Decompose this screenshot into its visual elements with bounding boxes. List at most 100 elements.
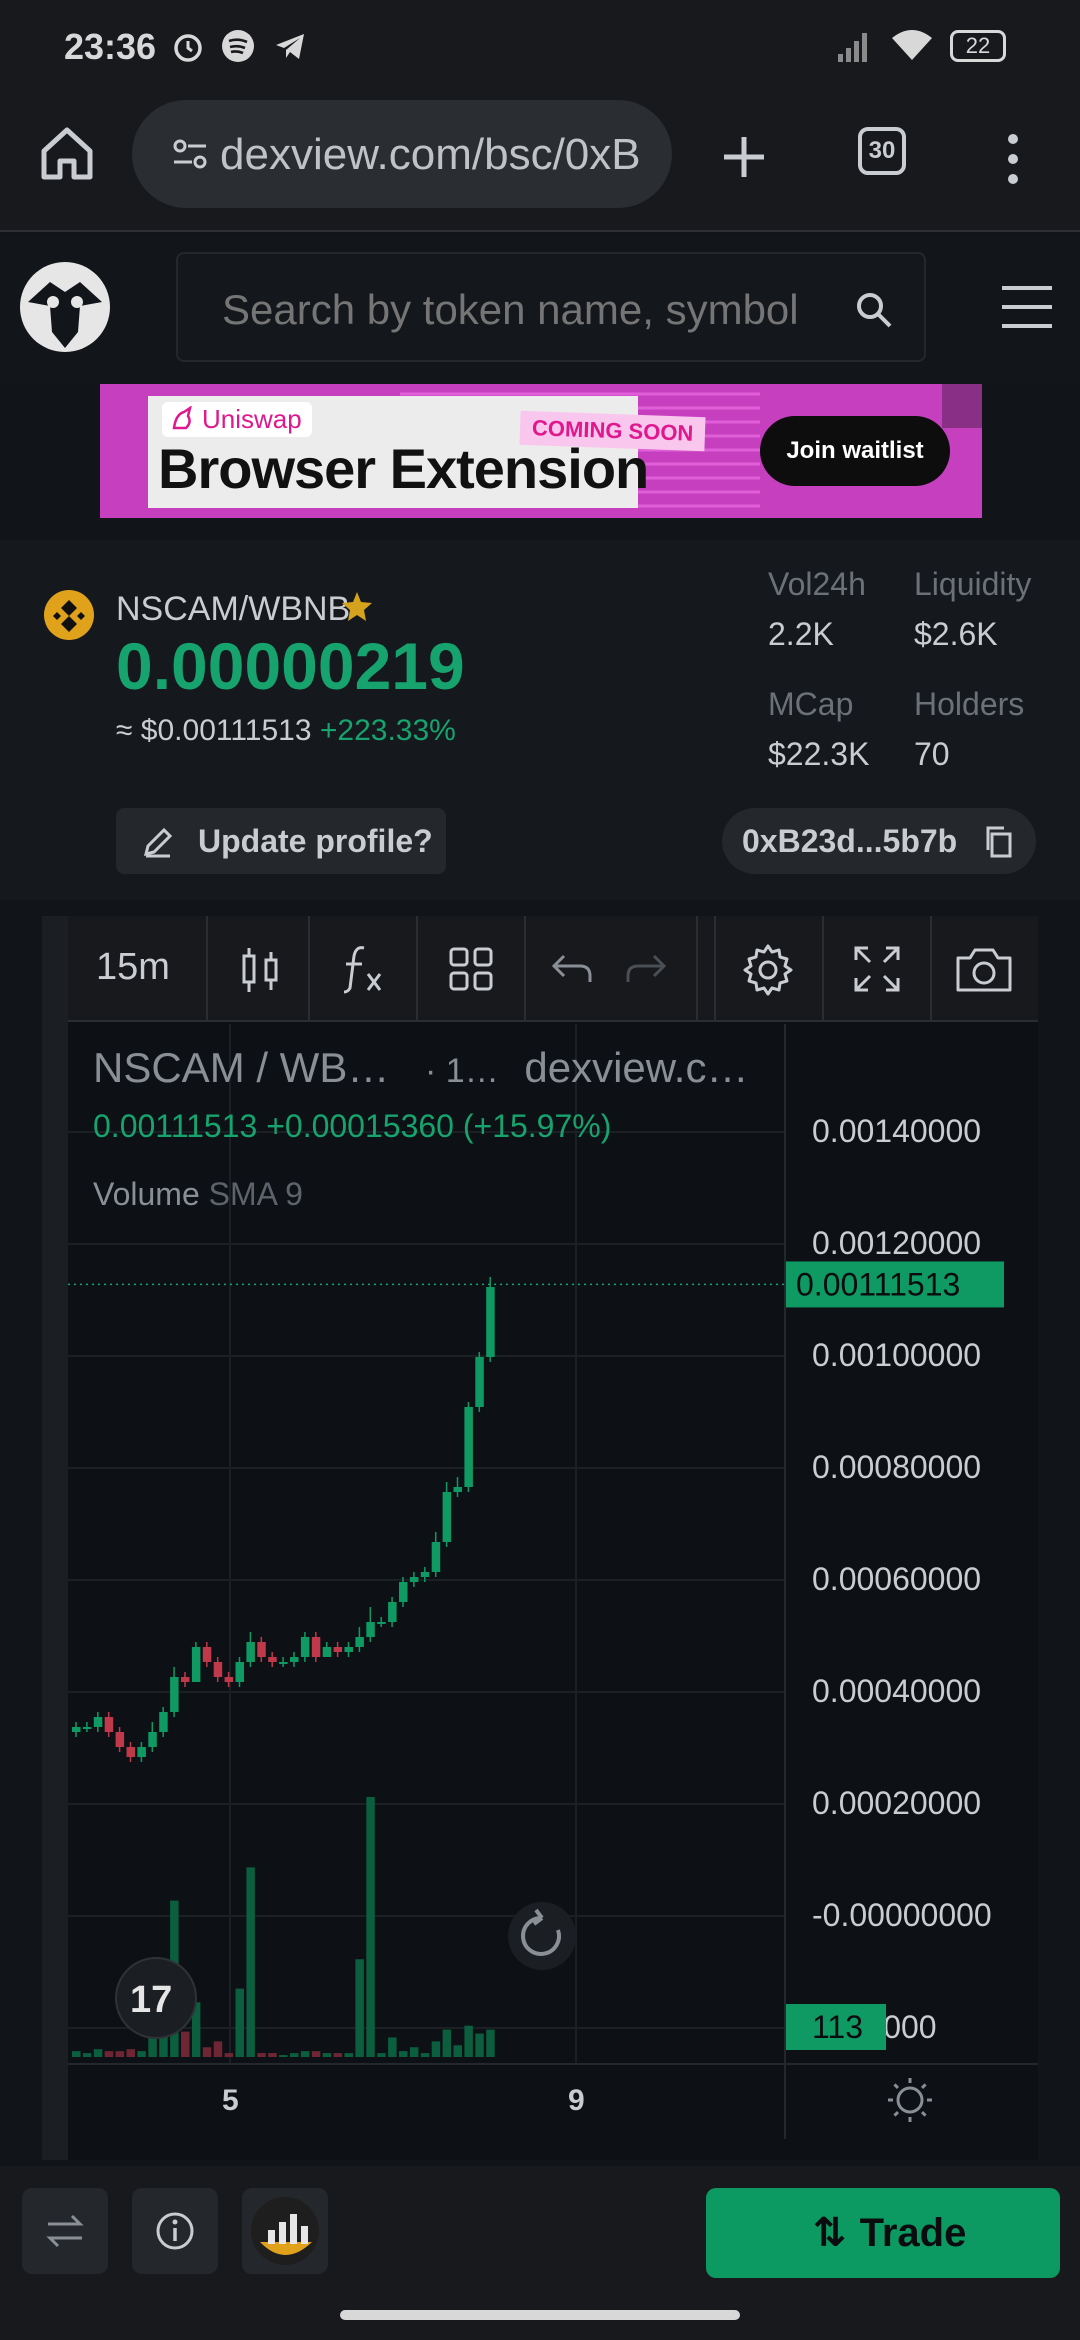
candle-body <box>399 1582 408 1602</box>
candle-body <box>366 1622 375 1637</box>
home-indicator[interactable] <box>340 2310 740 2320</box>
indicators-fx-icon[interactable] <box>340 944 384 994</box>
candle-body <box>420 1572 430 1577</box>
y-tick-label: 0.00120000 <box>812 1225 981 1261</box>
undo-icon[interactable] <box>550 952 594 986</box>
swap-arrows-button[interactable] <box>22 2188 108 2274</box>
candle-body <box>82 1727 92 1729</box>
volume-bar <box>202 2047 212 2057</box>
volume-bar <box>72 2051 81 2057</box>
chart-app-button[interactable] <box>242 2188 328 2274</box>
info-icon <box>156 2212 194 2250</box>
y-tick-label: 0.00040000 <box>812 1673 981 1709</box>
candle-body <box>191 1647 201 1682</box>
candle-body <box>475 1357 484 1407</box>
candle-body <box>344 1647 353 1652</box>
settings-gear-icon[interactable] <box>740 942 796 998</box>
stat-value-mcap: $22.3K <box>768 736 870 772</box>
search-input[interactable] <box>222 286 822 334</box>
candle-body <box>137 1747 146 1757</box>
volume-bar <box>279 2055 288 2057</box>
search-bar[interactable] <box>176 252 926 362</box>
price-axis-divider <box>784 1024 786 2139</box>
volume-badge-label: 113 <box>812 2009 863 2045</box>
volume-bar <box>300 2051 310 2057</box>
y-tick-label: -0.00000000 <box>812 1897 992 1933</box>
battery-indicator: 22 <box>950 30 1006 62</box>
candle-type-icon[interactable] <box>238 946 282 994</box>
candle-body <box>431 1542 441 1572</box>
volume-label: Volume <box>93 1176 200 1212</box>
favorite-star-icon[interactable] <box>340 590 374 624</box>
last-price-label: 0.00111513 <box>796 1266 960 1302</box>
volume-bar <box>442 2029 452 2057</box>
volume-bar <box>115 2051 125 2057</box>
trade-button[interactable]: ⇅ Trade <box>706 2188 1060 2278</box>
address-bar[interactable]: dexview.com/bsc/0xB <box>132 100 672 208</box>
sun-ray <box>920 2110 927 2117</box>
usd-price-text: ≈ $0.00111513 <box>116 714 312 747</box>
volume-bar <box>388 2037 397 2057</box>
stat-label-mcap: MCap <box>768 686 854 722</box>
spotify-icon <box>222 30 254 62</box>
uniswap-unicorn-icon <box>172 406 192 430</box>
new-tab-icon[interactable] <box>720 133 768 181</box>
candle-body <box>388 1602 397 1622</box>
site-settings-icon[interactable] <box>170 134 210 174</box>
tab-switcher-button[interactable]: 30 <box>858 127 906 175</box>
candle-body <box>464 1407 473 1487</box>
volume-bar <box>137 2051 146 2057</box>
token-info-panel: NSCAM/WBNB 0.00000219 ≈ $0.00111513 +223… <box>0 540 1080 900</box>
volume-bar <box>420 2053 430 2057</box>
chart-app-icon <box>251 2197 319 2265</box>
screenshot-camera-icon[interactable] <box>954 946 1014 994</box>
candle-body <box>246 1642 255 1662</box>
volume-bar <box>453 2045 462 2057</box>
volume-bar <box>486 2029 495 2057</box>
volume-bar <box>377 2053 386 2057</box>
bnb-chain-icon <box>44 590 94 640</box>
copy-address-button[interactable]: 0xB23d...5b7b <box>722 808 1036 874</box>
stat-label-holders: Holders <box>914 686 1025 722</box>
stat-label-liquidity: Liquidity <box>914 566 1032 602</box>
home-icon[interactable] <box>38 125 96 181</box>
reset-chart-button[interactable] <box>508 1902 576 1970</box>
dexview-logo[interactable] <box>20 262 110 352</box>
volume-bar <box>399 2051 408 2057</box>
volume-bar <box>431 2041 441 2057</box>
copy-icon <box>986 826 1012 858</box>
search-icon[interactable] <box>854 290 894 330</box>
y-tick-label: 0.00080000 <box>812 1449 981 1485</box>
candle-body <box>126 1747 135 1757</box>
more-options-icon[interactable] <box>1000 131 1026 187</box>
stat-label-vol24h: Vol24h <box>768 566 866 602</box>
candle-body <box>159 1712 168 1732</box>
hamburger-menu-icon[interactable] <box>1000 284 1054 330</box>
contract-address: 0xB23d...5b7b <box>742 823 958 859</box>
stat-value-liquidity: $2.6K <box>914 616 998 652</box>
theme-sun-icon[interactable] <box>896 2086 924 2114</box>
promo-banner[interactable]: Uniswap Browser Extension COMING SOON Jo… <box>100 384 982 518</box>
candle-body <box>486 1287 495 1357</box>
candle-body <box>235 1662 244 1682</box>
redo-icon[interactable] <box>624 952 668 986</box>
volume-bar <box>181 2031 190 2057</box>
volume-bar <box>355 1959 364 2057</box>
candle-body <box>355 1637 364 1647</box>
interval-selector[interactable]: 15m <box>96 946 170 989</box>
volume-bar <box>82 2053 92 2057</box>
volume-bar <box>311 2051 321 2057</box>
layout-grid-icon[interactable] <box>448 946 494 992</box>
volume-bar <box>257 2053 266 2057</box>
telegram-icon <box>276 34 304 59</box>
fullscreen-icon[interactable] <box>852 944 902 994</box>
status-time: 23:36 <box>64 26 157 67</box>
info-button[interactable] <box>132 2188 218 2274</box>
update-profile-button[interactable]: Update profile? <box>116 808 446 874</box>
stat-value-holders: 70 <box>914 736 950 772</box>
volume-legend: Volume SMA 9 <box>93 1176 303 1213</box>
trade-label: Trade <box>859 2211 967 2255</box>
join-waitlist-button[interactable]: Join waitlist <box>760 416 950 486</box>
y-tick-label: 0.00060000 <box>812 1561 981 1597</box>
volume-bar <box>235 1988 244 2057</box>
